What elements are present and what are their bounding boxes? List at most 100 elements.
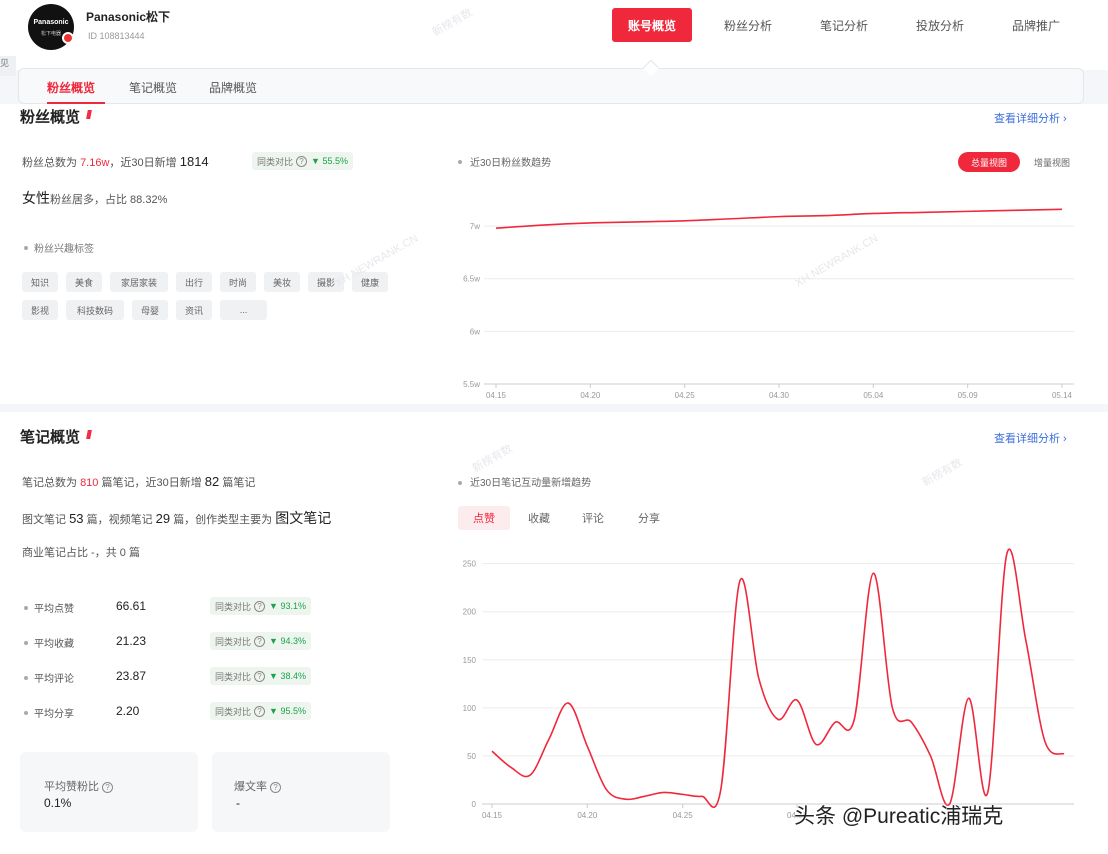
verified-badge-icon (62, 32, 74, 44)
card2-label: 爆文率 (234, 781, 267, 793)
interest-tag: 科技数码 (66, 300, 124, 320)
fans-compare-value: 55.5% (322, 156, 348, 166)
fans-total-value: 7.16w (80, 157, 110, 169)
fans-new-value: 1814 (179, 154, 209, 169)
card1-label: 平均赞粉比 (44, 781, 99, 793)
total-view-button[interactable]: 总量视图 (958, 152, 1020, 172)
info-icon[interactable]: ? (270, 781, 281, 793)
notes-interaction-chart: 05010015020025004.15 04.20 04.25 04.30 (463, 548, 1074, 820)
notes-line2-b: 篇，视频笔记 (86, 514, 153, 526)
notes-section-title: 笔记概览 (20, 429, 81, 446)
fans-section-title: 粉丝概览 (20, 109, 81, 126)
x-tick-label: 05.04 (863, 391, 884, 400)
metric-value: 66.61 (116, 599, 147, 613)
notes-more-link[interactable]: 查看详细分析 › (994, 430, 1067, 446)
video-notes-count: 29 (155, 511, 171, 526)
interest-title: 粉丝兴趣标签 (34, 244, 94, 255)
nav-brand-promotion[interactable]: 品牌推广 (1000, 8, 1072, 42)
top-header: Panasonic 松下电器 Panasonic松下 ID 108813444 … (0, 0, 1108, 70)
tab-likes[interactable]: 点赞 (458, 506, 510, 530)
likes-series-line (491, 548, 1065, 808)
metric-label: 平均点赞 (34, 604, 74, 615)
y-tick-label: 50 (467, 752, 476, 761)
nav-fans-analysis[interactable]: 粉丝分析 (712, 8, 784, 42)
compare-label: 同类对比 (257, 156, 294, 167)
card-value: 0.1% (44, 796, 72, 810)
y-tick-label: 100 (463, 704, 477, 713)
compare-value: ▼ 55.5% (311, 156, 348, 166)
account-id: ID 108813444 (88, 31, 145, 41)
subtab-fans-overview[interactable]: 粉丝概览 (47, 79, 95, 96)
fans-new-label: ，近30日新增 (109, 157, 177, 169)
footer-credit: 头条 @Pureatic浦瑞克 (794, 805, 1004, 828)
main-note-type: 图文笔记 (275, 510, 332, 526)
fans-total-line: 粉丝总数为 7.16w，近30日新增 1814 (22, 154, 209, 170)
notes-line2-c: 篇，创作类型主要为 (173, 514, 273, 526)
compare-value: ▼ 38.4% (269, 671, 306, 681)
compare-label: 同类对比 (215, 601, 252, 612)
metric-value: 23.87 (116, 669, 147, 683)
bullet-dot (24, 711, 28, 715)
compare-value: ▼ 93.1% (269, 601, 306, 611)
info-icon[interactable]: ? (254, 670, 266, 682)
increment-view-button[interactable]: 增量视图 (1022, 152, 1082, 172)
metric-label: 平均分享 (34, 709, 74, 720)
notes-total-line: 笔记总数为 810 篇笔记，近30日新增 82 篇笔记 (22, 474, 255, 490)
x-tick-label: 04.25 (673, 811, 694, 820)
notes-chart-title: 近30日笔记互动量新增趋势 (470, 478, 592, 489)
tab-shares[interactable]: 分享 (624, 506, 674, 530)
fans-more-link[interactable]: 查看详细分析 › (994, 110, 1067, 126)
image-notes-count: 53 (69, 511, 84, 526)
y-tick-label: 6w (470, 327, 480, 336)
notes-total-value: 810 (80, 477, 99, 489)
y-tick-label: 250 (463, 560, 477, 569)
bullet-dot (458, 160, 462, 164)
notes-line1-c: 篇笔记 (222, 477, 256, 489)
metric-label: 平均收藏 (34, 639, 74, 650)
subtab-notes-overview[interactable]: 笔记概览 (129, 79, 177, 96)
avatar-logo-text: Panasonic (33, 19, 69, 26)
x-tick-label: 04.15 (486, 391, 507, 400)
notes-line2-a: 图文笔记 (22, 514, 66, 526)
nav-ads-analysis[interactable]: 投放分析 (904, 8, 976, 42)
interest-tag: 出行 (176, 272, 212, 292)
metric-compare-value: 94.3% (280, 636, 306, 646)
info-icon[interactable]: ? (296, 155, 308, 167)
title-accent-icon: /// (86, 108, 92, 122)
gender-word: 女性 (22, 190, 50, 206)
metric-compare-badge: 同类对比? ▼ 94.3% (210, 632, 311, 650)
nav-account-overview[interactable]: 账号概览 (612, 8, 692, 42)
metric-value: 2.20 (116, 704, 140, 718)
card-label: 平均赞粉比? (44, 778, 113, 794)
fans-chart-title: 近30日粉丝数趋势 (470, 158, 552, 169)
sub-tab-bar: 粉丝概览 笔记概览 品牌概览 (18, 68, 1084, 104)
x-tick-label: 04.25 (675, 391, 696, 400)
x-tick-label: 04.30 (769, 391, 790, 400)
notes-line1-b: 篇笔记，近30日新增 (101, 477, 202, 489)
info-icon[interactable]: ? (254, 705, 266, 717)
card-label: 爆文率? (234, 778, 281, 794)
bullet-dot (458, 481, 462, 485)
tab-collects[interactable]: 收藏 (514, 506, 564, 530)
notes-line1-a: 笔记总数为 (22, 477, 77, 489)
x-tick-label: 05.09 (958, 391, 979, 400)
y-tick-label: 5.5w (463, 380, 480, 389)
metric-compare-value: 38.4% (280, 671, 306, 681)
interest-tag: 家居家装 (110, 272, 168, 292)
x-tick-label: 04.20 (577, 811, 598, 820)
fans-total-label: 粉丝总数为 (22, 157, 77, 169)
info-icon[interactable]: ? (102, 781, 113, 793)
info-icon[interactable]: ? (254, 600, 266, 612)
info-icon[interactable]: ? (254, 635, 266, 647)
interest-tag: 母婴 (132, 300, 168, 320)
tab-comments[interactable]: 评论 (568, 506, 618, 530)
compare-label: 同类对比 (215, 706, 252, 717)
interest-tag: 知识 (22, 272, 58, 292)
nav-notes-analysis[interactable]: 笔记分析 (808, 8, 880, 42)
title-accent-icon: /// (86, 428, 92, 442)
interest-tag: 美食 (66, 272, 102, 292)
bullet-dot (24, 606, 28, 610)
subtab-brand-overview[interactable]: 品牌概览 (209, 79, 257, 96)
bullet-dot (24, 246, 28, 250)
account-name: Panasonic松下 (86, 10, 171, 24)
